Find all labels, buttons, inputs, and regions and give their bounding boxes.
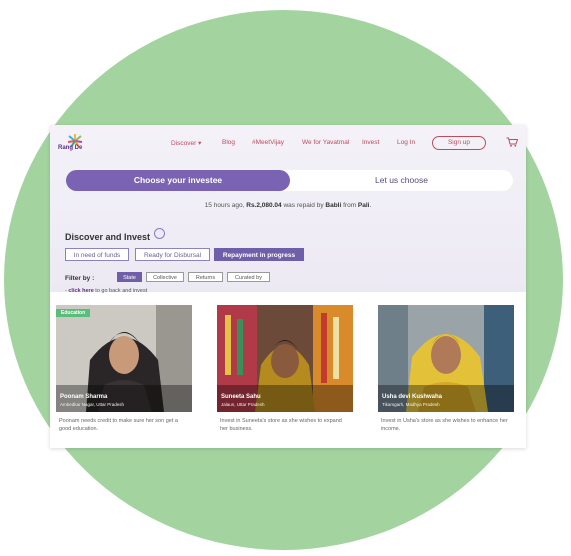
investee-location: Jalaun, Uttar Pradesh — [221, 402, 265, 407]
click-here-link[interactable]: click here — [68, 288, 93, 294]
nav-we-for-yavatmal[interactable]: We for Yavatmal — [302, 139, 349, 146]
investee-description: Invest in Usha's store as she wishes to … — [381, 418, 508, 432]
investee-description: Invest in Suneeta's store as she wishes … — [220, 418, 342, 432]
cart-icon[interactable] — [506, 137, 518, 147]
filter-curated-by[interactable]: Curated by — [227, 272, 270, 282]
filter-label: Filter by : — [65, 275, 95, 282]
let-us-choose-button[interactable]: Let us choose — [290, 170, 513, 191]
back-hint: - click here to go back and invest — [65, 288, 148, 294]
nav-discover[interactable]: Discover ▾ — [171, 139, 201, 147]
investee-name: Usha devi Kushwaha — [382, 394, 443, 400]
rang-de-logo-icon[interactable] — [60, 133, 90, 155]
info-icon[interactable] — [154, 228, 165, 239]
investee-name: Poonam Sharma — [60, 394, 108, 400]
section-title: Discover and Invest — [65, 232, 151, 242]
filter-state[interactable]: State — [117, 272, 142, 282]
nav-invest[interactable]: Invest — [362, 139, 379, 146]
investee-toggle: Choose your investee Let us choose — [66, 170, 513, 191]
logo-text: Rang De — [58, 145, 83, 151]
website-screenshot: Rang De Discover ▾ Blog #MeetVijay We fo… — [50, 125, 526, 448]
investee-card[interactable]: Suneeta Sahu Jalaun, Uttar Pradesh Inves… — [217, 305, 353, 438]
tab-in-need-of-funds[interactable]: In need of funds — [65, 248, 129, 261]
category-badge: Education — [56, 309, 91, 317]
investee-location: Tikamgarh, Madhya Pradesh — [382, 402, 440, 407]
investee-card[interactable]: Usha devi Kushwaha Tikamgarh, Madhya Pra… — [378, 305, 514, 438]
investee-name: Suneeta Sahu — [221, 394, 261, 400]
top-nav: Rang De Discover ▾ Blog #MeetVijay We fo… — [50, 125, 526, 159]
choose-your-investee-button[interactable]: Choose your investee — [66, 170, 290, 191]
filter-returns[interactable]: Returns — [188, 272, 223, 282]
nav-login[interactable]: Log In — [397, 139, 415, 146]
chevron-down-icon: ▾ — [198, 140, 202, 147]
tab-repayment-in-progress[interactable]: Repayment in progress — [214, 248, 304, 261]
investee-card[interactable]: Education Poonam Sharma Ambedkar Nagar, … — [56, 305, 192, 438]
nav-blog[interactable]: Blog — [222, 139, 235, 146]
filter-collective[interactable]: Collective — [146, 272, 184, 282]
investee-location: Ambedkar Nagar, Uttar Pradesh — [60, 402, 125, 407]
investee-description: Poonam needs credit to make sure her son… — [59, 418, 178, 432]
signup-button[interactable]: Sign up — [432, 136, 486, 150]
repayment-notice: 15 hours ago, Rs.2,080.04 was repaid by … — [204, 202, 372, 209]
tab-ready-for-disbursal[interactable]: Ready for Disbursal — [135, 248, 210, 261]
nav-meetvijay[interactable]: #MeetVijay — [252, 139, 284, 146]
